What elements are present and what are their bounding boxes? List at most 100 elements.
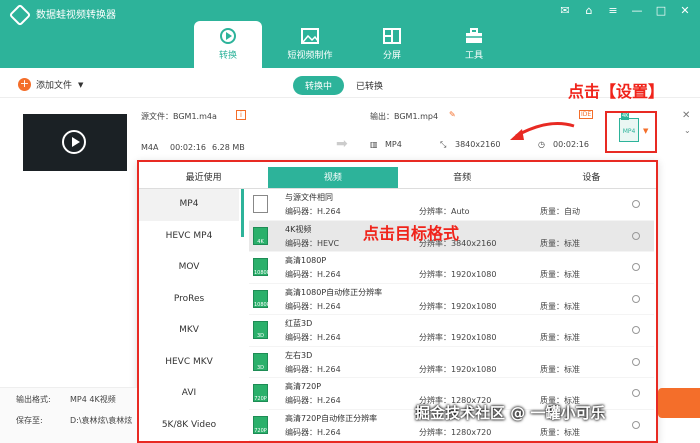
save-to-path[interactable]: D:\袁林炫\袁林炫 — [70, 415, 132, 426]
tab-converted[interactable]: 已转换 — [344, 76, 395, 95]
gear-icon[interactable] — [632, 326, 640, 334]
cart-icon[interactable]: ⌂ — [582, 4, 596, 17]
category-item[interactable]: MOV — [139, 252, 239, 284]
preset-name: 左右3D — [285, 350, 313, 360]
category-item[interactable]: 5K/8K Video — [139, 410, 239, 442]
status-segment: 转换中 已转换 — [293, 76, 395, 95]
tab-device[interactable]: 设备 — [527, 167, 656, 188]
output-format-label: 输出格式: — [16, 395, 51, 404]
menu-icon[interactable]: ≡ — [606, 4, 620, 17]
video-thumbnail[interactable] — [23, 114, 127, 171]
format-settings-text: MP4 — [622, 128, 636, 135]
gear-icon[interactable] — [632, 389, 640, 397]
video-file-icon: 4K — [253, 226, 268, 245]
gear-icon[interactable] — [632, 420, 640, 429]
category-item[interactable]: MP4 — [139, 189, 239, 221]
header-bar: 数据蛙视频转换器 ✉ ⌂ ≡ — □ ✕ 转换 短视频制作 分屏 工具 — [0, 0, 700, 68]
scroll-down-icon[interactable]: ⌄ — [684, 126, 691, 135]
format-dropdown-icon[interactable]: ▼ — [643, 127, 648, 135]
save-to-label: 保存至: — [16, 416, 43, 425]
preset-quality: 质量：标准 — [540, 301, 580, 311]
source-file-label: 源文件：BGM1.m4a — [141, 112, 217, 121]
tab-short-video[interactable]: 短视频制作 — [276, 21, 344, 68]
video-file-icon: 1080P — [253, 258, 270, 276]
preset-codec: 编码器：H.264 — [285, 396, 341, 405]
preset-name: 高清720P自动修正分辨率 — [285, 413, 378, 423]
image-icon — [300, 27, 320, 45]
add-file-label: 添加文件 — [36, 81, 73, 91]
tab-converting[interactable]: 转换中 — [293, 76, 345, 95]
convert-all-button[interactable] — [658, 388, 700, 418]
preset-codec: 编码器：H.264 — [285, 270, 341, 279]
tab-split-screen[interactable]: 分屏 — [358, 21, 426, 68]
output-format-value[interactable]: MP4 4K视频 — [70, 394, 116, 405]
preset-codec: 编码器：H.264 — [285, 333, 341, 342]
chevron-down-icon[interactable]: ▼ — [78, 81, 83, 89]
preset-row[interactable]: 1080P 高清1080P 编码器：H.264 分辨率：1920x1080 质量… — [249, 252, 654, 284]
gear-icon[interactable] — [632, 200, 640, 208]
info-icon[interactable]: i — [236, 110, 246, 120]
preset-resolution: 分辨率：1920x1080 — [419, 301, 497, 311]
preset-resolution: 分辨率：1920x1080 — [419, 364, 497, 374]
preset-codec: 编码器：HEVC — [285, 238, 340, 248]
edit-icon[interactable]: ✎ — [449, 110, 456, 119]
preset-quality: 质量：自动 — [540, 207, 580, 216]
category-item[interactable]: AVI — [139, 378, 239, 410]
app-logo-icon — [8, 3, 32, 27]
preset-codec: 编码器：H.264 — [285, 301, 341, 311]
preset-resolution: 分辨率：1920x1080 — [419, 270, 497, 279]
feedback-icon[interactable]: ✉ — [558, 4, 572, 17]
preset-name: 高清720P — [285, 382, 322, 391]
split-screen-icon — [382, 27, 402, 45]
tab-audio[interactable]: 音频 — [398, 167, 527, 188]
resize-icon: ⤡ — [440, 140, 447, 149]
preset-codec: 编码器：H.264 — [285, 207, 341, 216]
format-badge: 4K — [621, 113, 630, 120]
preset-row[interactable]: 3D 红蓝3D 编码器：H.264 分辨率：1920x1080 质量：标准 — [249, 315, 654, 347]
remove-item-icon[interactable]: ✕ — [682, 110, 690, 121]
play-icon[interactable] — [62, 130, 86, 154]
preset-quality: 质量：标准 — [540, 238, 580, 248]
preset-row[interactable]: 3D 左右3D 编码器：H.264 分辨率：1920x1080 质量：标准 — [249, 347, 654, 378]
format-panel: 最近使用 视频 音频 设备 MP4 HEVC MP4 MOV ProRes MK… — [137, 160, 658, 443]
annotation-click-target: 点击目标格式 — [363, 224, 460, 243]
category-item[interactable]: HEVC MKV — [139, 347, 239, 379]
minimize-icon[interactable]: — — [630, 4, 644, 17]
tab-recent[interactable]: 最近使用 — [139, 167, 268, 188]
output-format: MP4 — [385, 140, 402, 149]
preset-row[interactable]: 1080P 高清1080P自动修正分辨率 编码器：H.264 分辨率：1920x… — [249, 284, 654, 315]
video-file-icon: 3D — [253, 321, 268, 339]
video-file-icon: 3D — [253, 352, 268, 371]
close-icon[interactable]: ✕ — [678, 4, 692, 17]
maximize-icon[interactable]: □ — [654, 4, 668, 17]
video-file-icon: 720P — [253, 415, 268, 434]
format-category-list: MP4 HEVC MP4 MOV ProRes MKV HEVC MKV AVI… — [139, 189, 239, 443]
tab-convert[interactable]: 转换 — [194, 21, 262, 68]
video-file-icon: 1080P — [253, 289, 270, 308]
preset-row[interactable]: 与源文件相同 编码器：H.264 分辨率：Auto 质量：自动 — [249, 189, 654, 221]
gear-icon[interactable] — [632, 263, 640, 271]
category-item[interactable]: HEVC MP4 — [139, 221, 239, 253]
tab-convert-label: 转换 — [218, 51, 237, 61]
tab-tools[interactable]: 工具 — [440, 21, 508, 68]
format-settings-button[interactable]: 4K MP4 — [619, 113, 639, 142]
preset-codec: 编码器：H.264 — [285, 427, 341, 437]
category-item[interactable]: ProRes — [139, 284, 239, 316]
tab-video[interactable]: 视频 — [268, 167, 398, 188]
category-scrollbar[interactable] — [241, 189, 244, 237]
preset-name: 高清1080P自动修正分辨率 — [285, 287, 383, 297]
arrow-right-icon: ➡ — [336, 136, 348, 152]
file-copy-icon — [253, 195, 268, 213]
gear-icon[interactable] — [632, 294, 640, 303]
tab-split-screen-label: 分屏 — [382, 51, 401, 61]
category-item[interactable]: MKV — [139, 315, 239, 347]
ide-icon[interactable]: IDE — [579, 110, 594, 119]
gear-icon[interactable] — [632, 357, 640, 366]
preset-quality: 质量：标准 — [540, 364, 580, 374]
output-resolution: 3840x2160 — [455, 140, 501, 149]
gear-icon[interactable] — [632, 231, 640, 240]
app-title: 数据蛙视频转换器 — [36, 10, 116, 21]
preset-resolution: 分辨率：Auto — [419, 207, 470, 216]
preset-name: 高清1080P — [285, 256, 327, 265]
add-file-button[interactable]: + 添加文件 ▼ — [18, 78, 83, 91]
